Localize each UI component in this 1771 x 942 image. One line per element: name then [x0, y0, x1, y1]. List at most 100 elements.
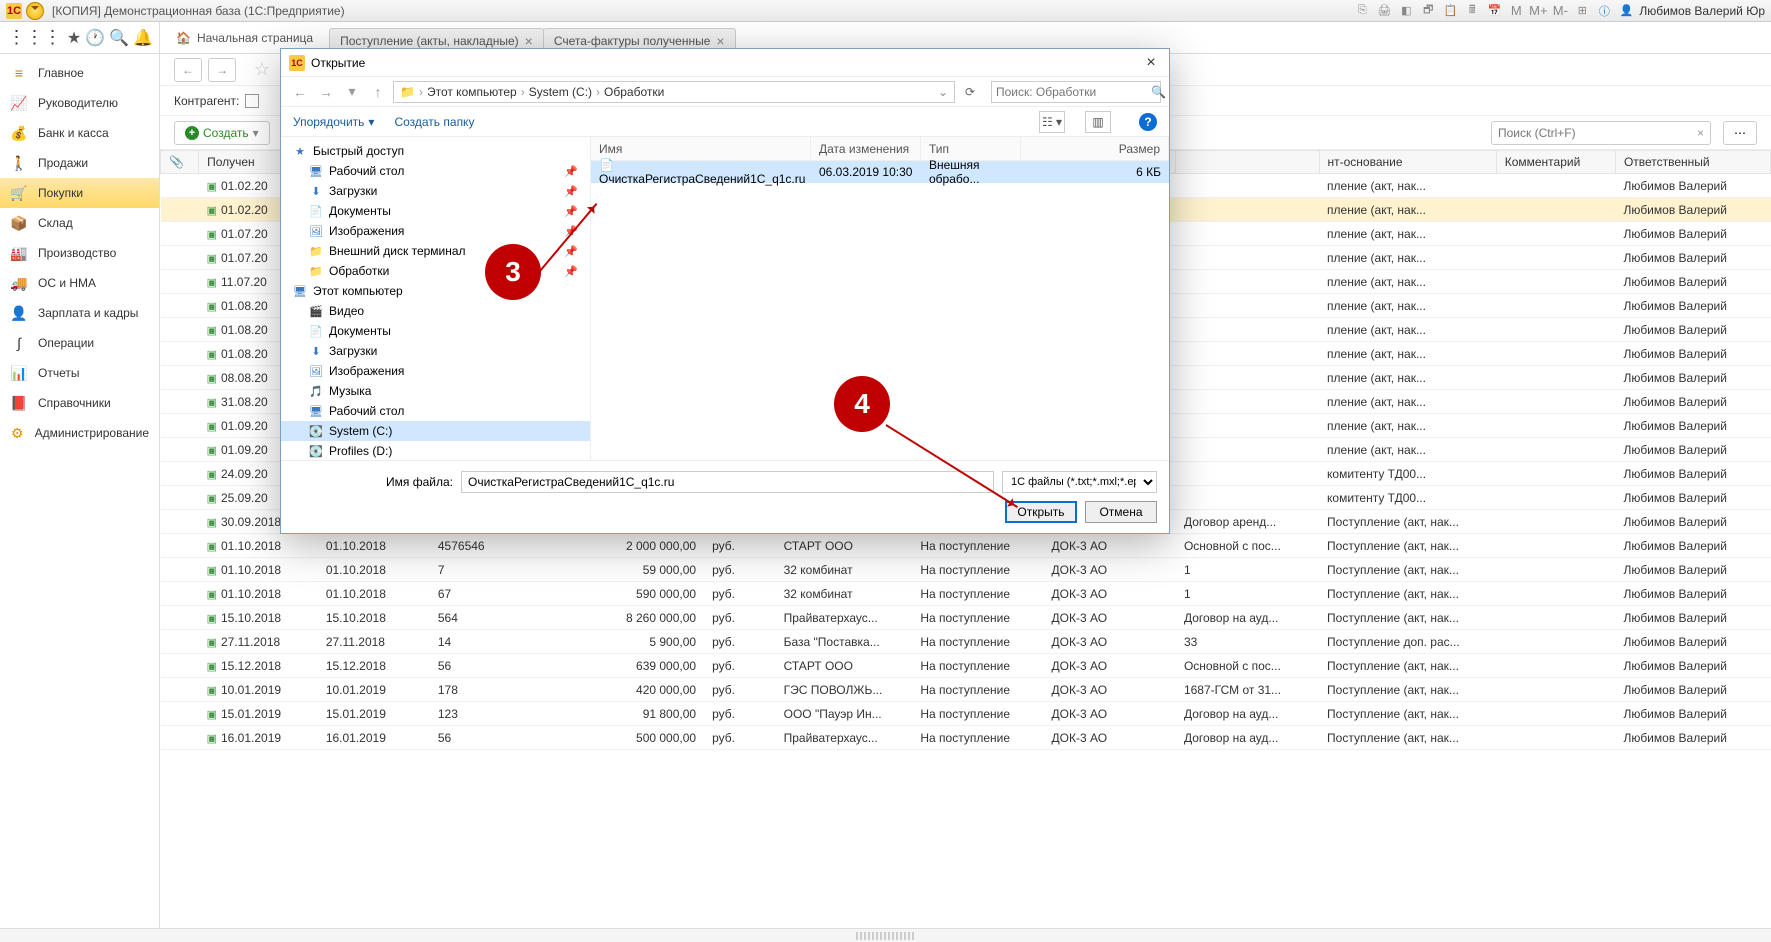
sidebar-item-11[interactable]: 📕Справочники [0, 388, 159, 418]
toolbar-icon-1[interactable]: ⎘ [1353, 2, 1371, 20]
filetype-select[interactable]: 1С файлы (*.txt;*.mxl;*.epf;*.erf [1002, 471, 1157, 493]
search-input[interactable] [1498, 126, 1697, 140]
star-icon[interactable]: ☆ [248, 58, 276, 82]
tree-item[interactable]: 🖥Рабочий стол [281, 401, 590, 421]
nav-recent-icon[interactable]: ▾ [341, 81, 363, 103]
view-mode-button[interactable]: ☷ ▾ [1039, 111, 1065, 133]
sidebar-item-10[interactable]: 📊Отчеты [0, 358, 159, 388]
sidebar-item-0[interactable]: ≡Главное [0, 58, 159, 88]
sidebar-item-6[interactable]: 🏭Производство [0, 238, 159, 268]
print-icon[interactable]: 🖨 [1375, 2, 1393, 20]
nav-back-button[interactable]: ← [174, 58, 202, 82]
more-button[interactable]: ⋯ [1723, 121, 1757, 145]
col-type[interactable]: Тип [921, 137, 1021, 160]
col-header-doc[interactable] [1176, 151, 1319, 174]
table-row[interactable]: ▣15.01.201915.01.201912391 800,00руб.ООО… [161, 702, 1771, 726]
close-icon[interactable]: × [525, 33, 533, 49]
col-name[interactable]: Имя [591, 137, 811, 160]
tree-item[interactable]: 📄Документы [281, 321, 590, 341]
help-icon[interactable]: ? [1139, 113, 1157, 131]
dialog-search-input[interactable] [996, 85, 1151, 99]
favorite-icon[interactable]: ★ [67, 26, 81, 50]
search-icon[interactable]: 🔍 [1151, 85, 1166, 99]
clear-icon[interactable]: × [1697, 126, 1704, 140]
open-button[interactable]: Открыть [1005, 501, 1077, 523]
col-header-resp[interactable]: Ответственный [1615, 151, 1770, 174]
search-icon[interactable]: 🔍 [109, 26, 129, 50]
mem-m[interactable]: M [1507, 2, 1525, 20]
toolbar-icon-3[interactable]: 🗗 [1419, 2, 1437, 20]
tree-item[interactable]: 🖼Изображения [281, 361, 590, 381]
file-row[interactable]: 📄ОчисткаРегистраСведений1С_q1c.ru06.03.2… [591, 161, 1169, 183]
tree-item[interactable]: ★Быстрый доступ [281, 141, 590, 161]
table-row[interactable]: ▣01.10.201801.10.201867590 000,00руб.32 … [161, 582, 1771, 606]
bc-item[interactable]: System (C:) [529, 85, 592, 99]
mem-mminus[interactable]: M- [1551, 2, 1569, 20]
nav-fwd-button[interactable]: → [208, 58, 236, 82]
nav-up-icon[interactable]: ↑ [367, 81, 389, 103]
calc-icon[interactable]: 🖩 [1463, 2, 1481, 20]
home-tab[interactable]: 🏠 Начальная страница [166, 31, 323, 45]
help-icon[interactable]: ⓘ [1595, 2, 1613, 20]
bc-item[interactable]: Этот компьютер [427, 85, 517, 99]
chevron-down-icon[interactable]: ⌄ [938, 85, 948, 99]
col-header-base[interactable]: нт-основание [1319, 151, 1496, 174]
refresh-icon[interactable]: ⟳ [959, 81, 981, 103]
filter-checkbox[interactable] [245, 94, 259, 108]
settings-icon[interactable]: ⊞ [1573, 2, 1591, 20]
col-header-comment[interactable]: Комментарий [1496, 151, 1615, 174]
table-row[interactable]: ▣10.01.201910.01.2019178420 000,00руб.ГЭ… [161, 678, 1771, 702]
tree-item[interactable]: 💽System (C:) [281, 421, 590, 441]
tree-item[interactable]: 🖼Изображения📌 [281, 221, 590, 241]
table-row[interactable]: ▣01.10.201801.10.2018759 000,00руб.32 ко… [161, 558, 1771, 582]
history-icon[interactable]: 🕐 [85, 26, 105, 50]
table-row[interactable]: ▣15.12.201815.12.201856639 000,00руб.СТА… [161, 654, 1771, 678]
dialog-close-icon[interactable]: × [1141, 54, 1161, 72]
create-button[interactable]: + Создать ▾ [174, 121, 270, 145]
tree-item[interactable]: ⬇Загрузки📌 [281, 181, 590, 201]
tree-item[interactable]: 💽Profiles (D:) [281, 441, 590, 460]
bc-item[interactable]: Обработки [604, 85, 664, 99]
sidebar-item-5[interactable]: 📦Склад [0, 208, 159, 238]
sidebar-item-3[interactable]: 🚶Продажи [0, 148, 159, 178]
calendar-icon[interactable]: 📅 [1485, 2, 1503, 20]
mem-mplus[interactable]: M+ [1529, 2, 1547, 20]
sidebar-item-7[interactable]: 🚚ОС и НМА [0, 268, 159, 298]
close-icon[interactable]: × [716, 33, 724, 49]
filename-input[interactable] [461, 471, 994, 493]
organize-menu[interactable]: Упорядочить ▾ [293, 115, 374, 129]
toolbar-icon-4[interactable]: 📋 [1441, 2, 1459, 20]
cancel-button[interactable]: Отмена [1085, 501, 1157, 523]
preview-button[interactable]: ▥ [1085, 111, 1111, 133]
sidebar-item-1[interactable]: 📈Руководителю [0, 88, 159, 118]
tree-item[interactable]: 📁Обработки📌 [281, 261, 590, 281]
tree-item[interactable]: 🖥Этот компьютер [281, 281, 590, 301]
breadcrumb[interactable]: 📁 › Этот компьютер › System (C:) › Обраб… [393, 81, 955, 103]
grid-search[interactable]: × [1491, 121, 1711, 145]
tree-item[interactable]: 🖥Рабочий стол📌 [281, 161, 590, 181]
tree-item[interactable]: 🎬Видео [281, 301, 590, 321]
table-row[interactable]: ▣16.01.201916.01.201956500 000,00руб.Пра… [161, 726, 1771, 750]
tree-item[interactable]: 📁Внешний диск терминал📌 [281, 241, 590, 261]
user-icon[interactable]: 👤 [1617, 2, 1635, 20]
apps-grid-icon[interactable]: ⋮⋮⋮ [6, 26, 63, 50]
sidebar-item-9[interactable]: ∫Операции [0, 328, 159, 358]
table-row[interactable]: ▣27.11.201827.11.2018145 900,00руб.База … [161, 630, 1771, 654]
nav-fwd-icon[interactable]: → [315, 81, 337, 103]
new-folder-button[interactable]: Создать папку [394, 115, 474, 129]
table-row[interactable]: ▣15.10.201815.10.20185648 260 000,00руб.… [161, 606, 1771, 630]
sidebar-item-2[interactable]: 💰Банк и касса [0, 118, 159, 148]
col-size[interactable]: Размер [1021, 137, 1169, 160]
resizer-icon[interactable] [856, 932, 916, 940]
tree-item[interactable]: 📄Документы📌 [281, 201, 590, 221]
sidebar-item-8[interactable]: 👤Зарплата и кадры [0, 298, 159, 328]
tree-item[interactable]: ⬇Загрузки [281, 341, 590, 361]
user-name[interactable]: Любимов Валерий Юр [1639, 4, 1765, 18]
tree-item[interactable]: 🎵Музыка [281, 381, 590, 401]
sidebar-item-4[interactable]: 🛒Покупки [0, 178, 159, 208]
bell-icon[interactable]: 🔔 [133, 26, 153, 50]
dialog-search[interactable]: 🔍 [991, 81, 1161, 103]
table-row[interactable]: ▣01.10.201801.10.201845765462 000 000,00… [161, 534, 1771, 558]
col-header-attach[interactable]: 📎 [161, 151, 199, 174]
sidebar-item-12[interactable]: ⚙Администрирование [0, 418, 159, 448]
